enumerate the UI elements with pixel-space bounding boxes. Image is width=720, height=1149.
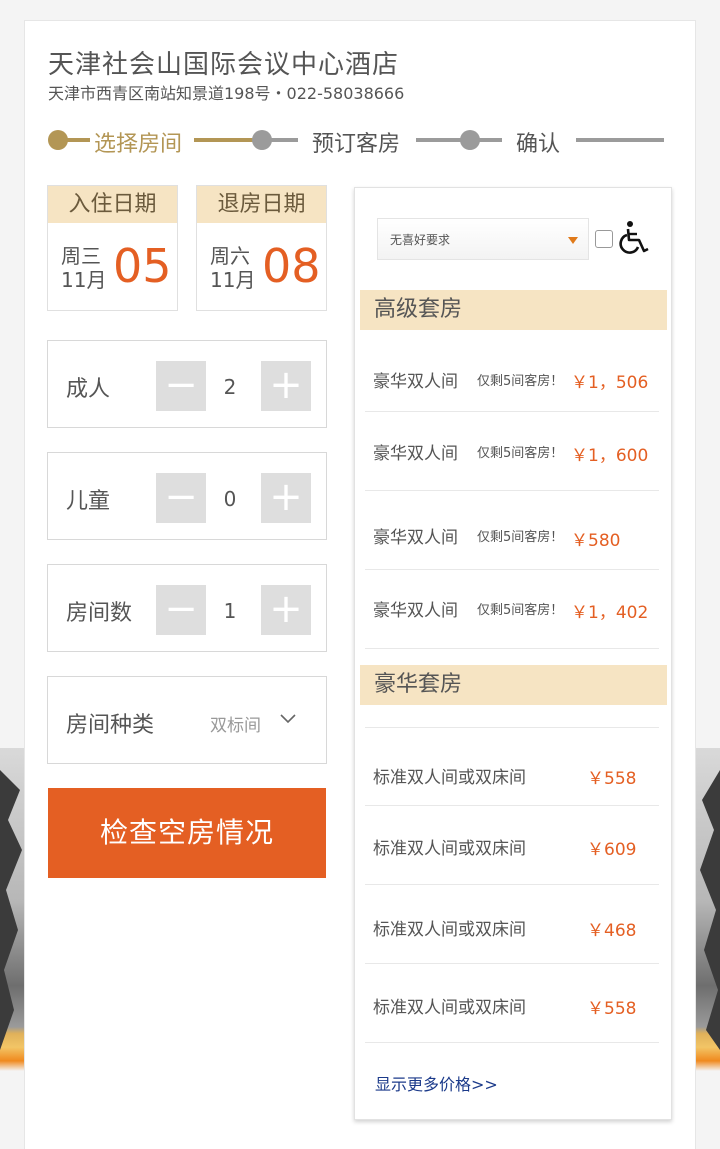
checkin-day: 05: [113, 239, 172, 293]
palm-tree-left-image: [0, 770, 22, 1050]
room-type-select[interactable]: 房间种类 双标间: [47, 676, 327, 764]
step-2-label[interactable]: 预订客房: [312, 126, 400, 158]
preference-value: 无喜好要求: [390, 233, 451, 247]
room-row[interactable]: 豪华双人间 仅剩5间客房！ ￥580: [365, 491, 659, 570]
step-1-line: [66, 138, 90, 142]
wheelchair-icon: [619, 221, 649, 254]
room-price: ￥558: [587, 999, 637, 1019]
room-name: 豪华双人间: [373, 372, 458, 392]
step-2-dot: [252, 130, 272, 150]
step-3-line: [416, 138, 464, 142]
room-name: 标准双人间或双床间: [373, 920, 526, 940]
adults-minus-button[interactable]: −: [156, 361, 206, 411]
checkout-title: 退房日期: [197, 186, 326, 223]
checkout-date-picker[interactable]: 退房日期 周六 11月 08: [196, 185, 327, 311]
room-availability-note: 仅剩5间客房！: [477, 446, 564, 461]
category-header-1: 高级套房: [360, 290, 667, 330]
children-plus-button[interactable]: +: [261, 473, 311, 523]
checkout-day: 08: [262, 239, 321, 293]
room-price: ￥1，600: [571, 446, 649, 466]
room-row[interactable]: 豪华双人间 仅剩5间客房！ ￥1，402: [365, 570, 659, 649]
children-value: 0: [223, 487, 237, 511]
checkin-date-picker[interactable]: 入住日期 周三 11月 05: [47, 185, 178, 311]
room-availability-note: 仅剩5间客房！: [477, 374, 564, 389]
adults-plus-button[interactable]: +: [261, 361, 311, 411]
rooms-value: 1: [223, 599, 237, 623]
checkin-weekday: 周三: [61, 244, 101, 268]
step-3-label[interactable]: 确认: [516, 126, 560, 158]
room-price: ￥558: [587, 769, 637, 789]
room-row-divider: [365, 718, 659, 728]
rooms-plus-button[interactable]: +: [261, 585, 311, 635]
room-row[interactable]: 豪华双人间 仅剩5间客房！ ￥1，506: [365, 340, 659, 412]
room-price: ￥609: [587, 840, 637, 860]
step-1-dot: [48, 130, 68, 150]
checkin-title: 入住日期: [48, 186, 177, 223]
room-row[interactable]: 标准双人间或双床间 ￥558: [365, 964, 659, 1043]
room-price-panel: 无喜好要求 高级套房 豪华双人间 仅剩5间客房！ ￥1，506 豪华双人间 仅剩…: [354, 187, 672, 1120]
checkout-month: 11月: [210, 268, 256, 292]
room-name: 豪华双人间: [373, 601, 458, 621]
room-name: 标准双人间或双床间: [373, 768, 526, 788]
show-more-prices-link[interactable]: 显示更多价格>>: [375, 1071, 498, 1095]
room-row[interactable]: 标准双人间或双床间 ￥609: [365, 806, 659, 885]
step-end-line: [576, 138, 664, 142]
room-price: ￥1，402: [571, 603, 649, 623]
room-row[interactable]: 豪华双人间 仅剩5间客房！ ￥1，600: [365, 412, 659, 491]
step-2-line-b: [270, 138, 298, 142]
adults-label: 成人: [66, 377, 111, 402]
dropdown-arrow-icon: [568, 237, 578, 244]
room-type-value: 双标间: [210, 716, 261, 736]
checkout-weekday: 周六: [210, 244, 250, 268]
hotel-address: 天津市西青区南站知景道198号・022-58038666: [48, 84, 405, 103]
rooms-stepper: 房间数 − 1 +: [47, 564, 327, 652]
rooms-minus-button[interactable]: −: [156, 585, 206, 635]
room-name: 标准双人间或双床间: [373, 839, 526, 859]
room-name: 标准双人间或双床间: [373, 998, 526, 1018]
adults-stepper: 成人 − 2 +: [47, 340, 327, 428]
step-2-line: [194, 138, 254, 142]
accessible-checkbox[interactable]: [595, 230, 613, 248]
room-name: 豪华双人间: [373, 528, 458, 548]
category-header-2: 豪华套房: [360, 665, 667, 705]
checkin-month: 11月: [61, 268, 107, 292]
room-availability-note: 仅剩5间客房！: [477, 530, 564, 545]
step-3-line-b: [478, 138, 502, 142]
preference-select[interactable]: 无喜好要求: [377, 218, 589, 260]
adults-value: 2: [223, 375, 237, 399]
room-price: ￥468: [587, 921, 637, 941]
rooms-label: 房间数: [66, 601, 133, 626]
children-label: 儿童: [66, 489, 111, 514]
room-name: 豪华双人间: [373, 444, 458, 464]
booking-steps: 选择房间 预订客房 确认: [48, 122, 668, 158]
room-price: ￥1，506: [571, 373, 649, 393]
room-availability-note: 仅剩5间客房！: [477, 603, 564, 618]
children-minus-button[interactable]: −: [156, 473, 206, 523]
room-type-label: 房间种类: [66, 713, 155, 738]
check-availability-button[interactable]: 检查空房情况: [48, 788, 326, 878]
step-1-label[interactable]: 选择房间: [94, 126, 182, 158]
palm-tree-right-image: [700, 770, 720, 1050]
room-row[interactable]: 标准双人间或双床间 ￥468: [365, 885, 659, 964]
room-row[interactable]: 标准双人间或双床间 ￥558: [365, 728, 659, 806]
room-price: ￥580: [571, 531, 621, 551]
children-stepper: 儿童 − 0 +: [47, 452, 327, 540]
chevron-down-icon: [280, 714, 296, 724]
step-3-dot: [460, 130, 480, 150]
hotel-name: 天津社会山国际会议中心酒店: [48, 50, 400, 80]
